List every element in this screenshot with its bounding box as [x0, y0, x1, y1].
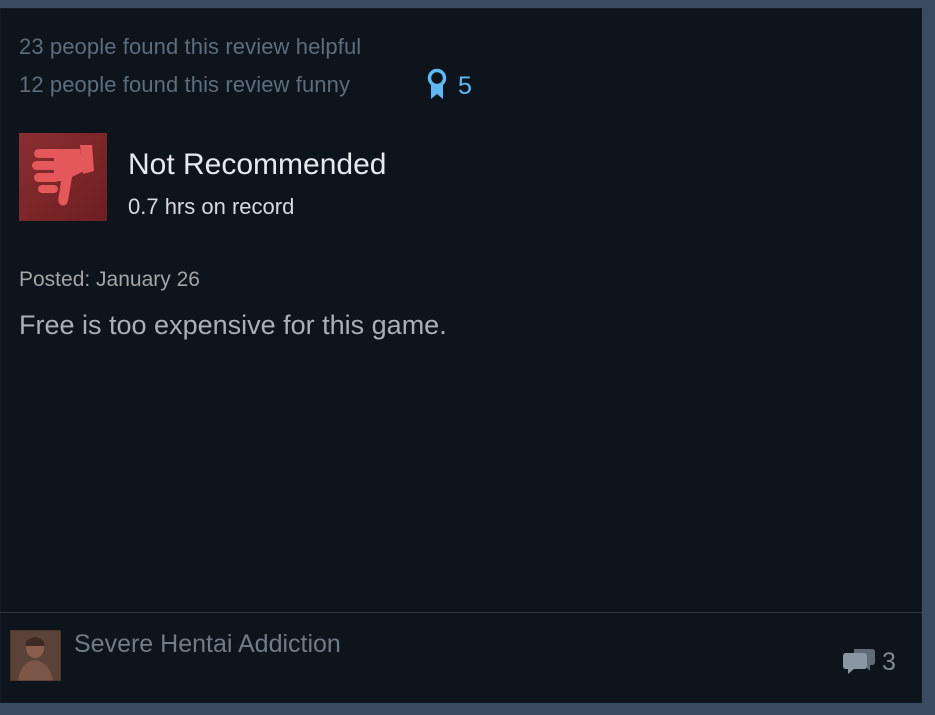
comment-count: 3 — [882, 648, 896, 676]
comment-bubbles-icon — [842, 645, 876, 680]
avatar[interactable] — [10, 630, 61, 681]
award-badge[interactable]: 5 — [426, 68, 472, 105]
thumbs-down-badge — [19, 133, 107, 221]
review-body: Free is too expensive for this game. — [19, 310, 447, 340]
posted-date: Posted: January 26 — [19, 268, 200, 291]
review-card: 23 people found this review helpful 12 p… — [0, 8, 922, 703]
helpful-count-text: 23 people found this review helpful — [19, 34, 362, 59]
recommendation-label[interactable]: Not Recommended — [128, 148, 386, 182]
award-ribbon-icon — [426, 68, 448, 105]
funny-count-text: 12 people found this review funny — [19, 72, 351, 97]
award-count: 5 — [458, 72, 472, 100]
comments-button[interactable]: 3 — [842, 645, 896, 680]
thumbs-down-icon — [28, 141, 98, 214]
divider — [0, 612, 922, 613]
author-name[interactable]: Severe Hentai Addiction — [74, 630, 341, 659]
playtime-text: 0.7 hrs on record — [128, 194, 295, 219]
